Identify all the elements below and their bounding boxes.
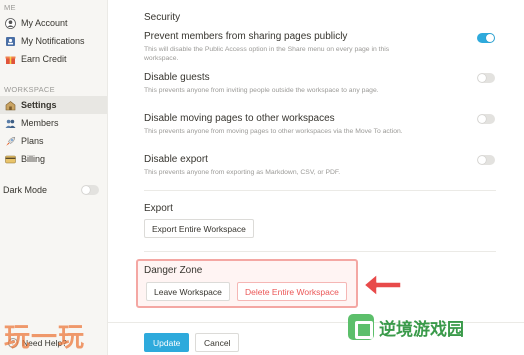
watermark-right: 逆境游戏园 xyxy=(348,314,464,340)
sidebar-item-label: Members xyxy=(21,118,59,128)
option-title-disable-export: Disable export xyxy=(144,154,208,165)
toggle-disable-export[interactable] xyxy=(477,155,495,165)
option-desc-disable-moving: This prevents anyone from moving pages t… xyxy=(144,128,403,135)
sidebar-item-my-notifications[interactable]: My Notifications xyxy=(0,32,107,50)
account-icon xyxy=(5,17,16,29)
settings-panel: Security Prevent members from sharing pa… xyxy=(108,0,524,355)
sidebar-item-members[interactable]: Members xyxy=(0,114,107,132)
divider xyxy=(144,190,496,191)
sidebar-item-label: Settings xyxy=(21,100,57,110)
sidebar-item-settings[interactable]: Settings xyxy=(0,96,107,114)
cancel-button[interactable]: Cancel xyxy=(195,333,240,352)
option-title-disable-moving: Disable moving pages to other workspaces xyxy=(144,113,335,124)
option-desc-disable-guests: This prevents anyone from inviting peopl… xyxy=(144,87,379,94)
sidebar-item-earn-credit[interactable]: Earn Credit xyxy=(0,50,107,68)
leave-workspace-button[interactable]: Leave Workspace xyxy=(146,282,230,301)
sidebar-item-billing[interactable]: Billing xyxy=(0,150,107,168)
toggle-disable-guests[interactable] xyxy=(477,73,495,83)
gift-icon xyxy=(5,54,16,65)
option-title-disable-guests: Disable guests xyxy=(144,72,210,83)
sidebar-section-me: ME xyxy=(4,3,16,12)
divider xyxy=(144,251,496,252)
update-button[interactable]: Update xyxy=(144,333,190,352)
notifications-icon xyxy=(5,36,16,47)
sidebar: ME My Account My Notifications Earn Cred… xyxy=(0,0,108,355)
sidebar-item-plans[interactable]: Plans xyxy=(0,132,107,150)
delete-workspace-button[interactable]: Delete Entire Workspace xyxy=(237,282,347,301)
watermark-left: 玩一玩 xyxy=(4,323,86,353)
option-title-public-sharing: Prevent members from sharing pages publi… xyxy=(144,31,348,42)
sidebar-item-label: My Account xyxy=(21,18,68,28)
sidebar-item-label: Billing xyxy=(21,154,46,164)
sidebar-item-my-account[interactable]: My Account xyxy=(0,14,107,32)
sidebar-item-label: My Notifications xyxy=(21,36,85,46)
export-heading: Export xyxy=(144,203,173,214)
settings-icon xyxy=(5,100,16,111)
card-icon xyxy=(5,154,16,165)
toggle-disable-moving[interactable] xyxy=(477,114,495,124)
option-desc-public-sharing: This will disable the Public Access opti… xyxy=(144,46,390,62)
rocket-icon xyxy=(5,136,16,147)
dark-mode-toggle[interactable] xyxy=(81,185,99,195)
arrow-left-icon xyxy=(363,273,402,297)
watermark-logo-icon xyxy=(348,314,374,340)
security-heading: Security xyxy=(144,12,181,23)
sidebar-section-workspace: WORKSPACE xyxy=(4,85,55,94)
danger-zone-heading: Danger Zone xyxy=(144,265,203,276)
sidebar-item-label: Plans xyxy=(21,136,44,146)
dark-mode-label: Dark Mode xyxy=(3,185,48,195)
export-workspace-button[interactable]: Export Entire Workspace xyxy=(144,219,254,238)
members-icon xyxy=(5,118,16,129)
watermark-text: 逆境游戏园 xyxy=(379,319,464,340)
toggle-public-sharing[interactable] xyxy=(477,33,495,43)
sidebar-item-label: Earn Credit xyxy=(21,54,67,64)
option-desc-disable-export: This prevents anyone from exporting as M… xyxy=(144,169,341,176)
